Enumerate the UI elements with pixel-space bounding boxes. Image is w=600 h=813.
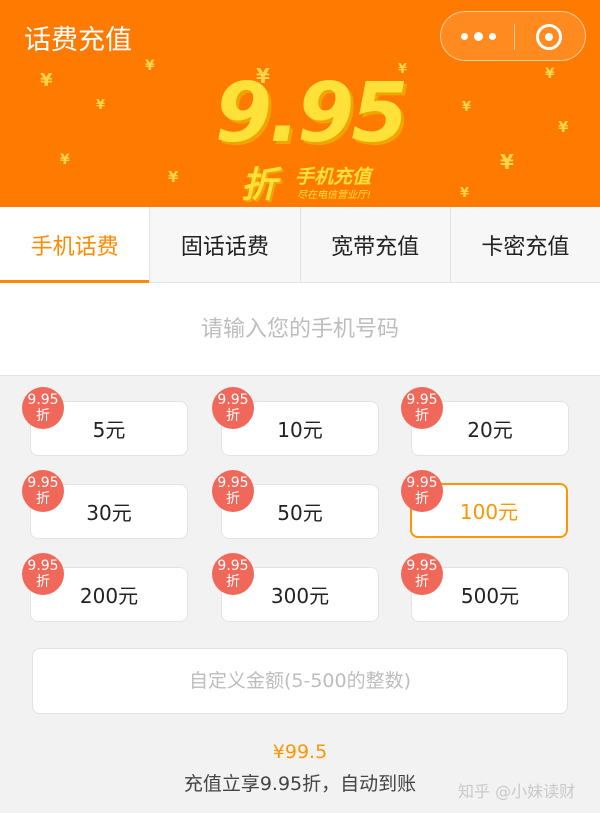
badge-rate: 9.95: [406, 392, 438, 408]
badge-unit: 折: [226, 574, 240, 590]
badge-rate: 9.95: [27, 475, 59, 491]
badge-unit: 折: [36, 574, 50, 590]
tab-broadband-recharge[interactable]: 宽带充值: [301, 207, 451, 282]
promo-rate: 9.95: [215, 66, 408, 161]
yen-decoration-icon: ¥: [96, 98, 106, 113]
discount-badge: 9.95 折: [401, 553, 443, 595]
custom-amount-box: [32, 648, 568, 714]
capsule-divider: [514, 24, 515, 50]
badge-unit: 折: [415, 574, 429, 590]
badge-unit: 折: [36, 491, 50, 507]
discount-badge: 9.95 折: [212, 470, 254, 512]
more-dots-icon[interactable]: [459, 22, 497, 50]
discount-badge: 9.95 折: [212, 553, 254, 595]
yen-decoration-icon: ¥: [168, 168, 179, 186]
badge-rate: 9.95: [217, 392, 249, 408]
badge-rate: 9.95: [406, 558, 438, 574]
yen-decoration-icon: ¥: [500, 150, 514, 174]
promo-title: 手机充值: [295, 166, 372, 188]
tab-card-pin-recharge[interactable]: 卡密充值: [451, 207, 600, 282]
discount-badge: 9.95 折: [212, 387, 254, 429]
badge-rate: 9.95: [27, 392, 59, 408]
yen-decoration-icon: ¥: [40, 70, 53, 91]
badge-unit: 折: [226, 408, 240, 424]
discount-badge: 9.95 折: [22, 553, 64, 595]
badge-rate: 9.95: [217, 475, 249, 491]
badge-unit: 折: [36, 408, 50, 424]
recharge-type-tabs: 手机话费 固话话费 宽带充值 卡密充值: [0, 207, 600, 283]
phone-number-input[interactable]: [20, 299, 580, 359]
badge-rate: 9.95: [217, 558, 249, 574]
tab-mobile-bill[interactable]: 手机话费: [0, 207, 151, 283]
page-title: 话费充值: [24, 25, 132, 56]
discount-badge: 9.95 折: [401, 470, 443, 512]
discount-badge: 9.95 折: [22, 387, 64, 429]
yen-decoration-icon: ¥: [558, 118, 569, 136]
discount-badge: 9.95 折: [401, 387, 443, 429]
promo-subtitle: 尽在电信营业厅!: [297, 190, 372, 201]
promo-artwork: 9.95 折 手机充值 尽在电信营业厅!: [215, 66, 415, 206]
tab-landline-bill[interactable]: 固话话费: [150, 207, 301, 282]
badge-rate: 9.95: [406, 475, 438, 491]
badge-unit: 折: [415, 491, 429, 507]
badge-unit: 折: [415, 408, 429, 424]
promo-unit: 折: [241, 165, 278, 206]
promo-banner: 话费充值 ¥ ¥ ¥ ¥ ¥ ¥ ¥ ¥ ¥ ¥ ¥ ¥ 9.95 折 手机充值…: [0, 0, 600, 207]
badge-rate: 9.95: [27, 558, 59, 574]
badge-unit: 折: [226, 491, 240, 507]
yen-decoration-icon: ¥: [545, 66, 555, 82]
phone-input-row: [0, 283, 600, 376]
yen-decoration-icon: ¥: [145, 58, 155, 74]
discount-badge: 9.95 折: [22, 470, 64, 512]
yen-decoration-icon: ¥: [462, 100, 472, 115]
watermark: 知乎 @小妹读财: [458, 782, 576, 801]
custom-amount-input[interactable]: [50, 670, 550, 692]
yen-decoration-icon: ¥: [60, 152, 70, 168]
mini-program-capsule: [440, 11, 586, 61]
yen-decoration-icon: ¥: [460, 186, 470, 201]
circle-close-icon[interactable]: [536, 24, 562, 50]
payment-price: ¥99.5: [272, 741, 328, 763]
